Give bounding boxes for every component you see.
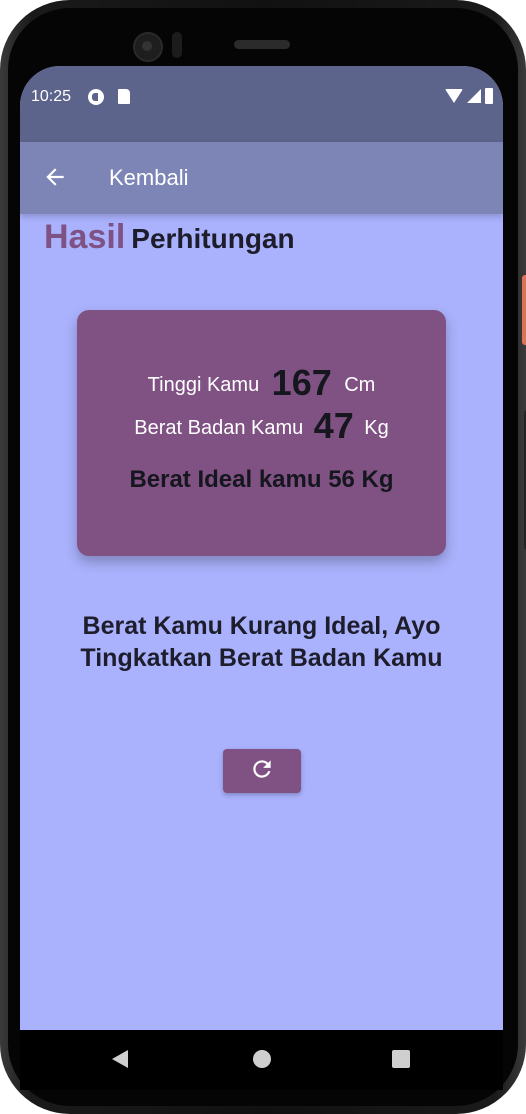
weight-value: 47 [313,405,354,446]
heading-rest: Perhitungan [131,223,295,254]
app-bar: Kembali [20,142,503,214]
refresh-button[interactable] [223,749,301,793]
nav-recent-icon[interactable] [392,1050,410,1068]
height-label: Tinggi Kamu [147,374,260,396]
heading-accent: Hasil [44,218,126,256]
screen: 10:25 Kembali Hasil Perhitungan Tinggi Ka… [20,66,503,1030]
power-button [522,275,526,345]
height-unit: Cm [344,374,376,396]
phone-frame: 10:25 Kembali Hasil Perhitungan Tinggi Ka… [0,0,526,1114]
status-bar: 10:25 [20,66,503,142]
nav-back-icon[interactable] [112,1050,128,1068]
arrow-left-icon[interactable] [42,164,68,190]
system-nav-bar [20,1030,503,1090]
wifi-icon [445,89,463,103]
earpiece-speaker [234,40,290,49]
sd-card-icon [118,89,130,104]
height-value: 167 [271,362,332,403]
data-saver-icon [88,89,104,105]
status-time: 10:25 [31,88,72,105]
nav-home-icon[interactable] [253,1050,271,1068]
cell-signal-icon [467,89,481,103]
weight-unit: Kg [364,417,389,439]
ideal-weight-text: Berat Ideal kamu 56 Kg [129,466,394,493]
result-card: Tinggi Kamu 167 Cm Berat Badan Kamu 47 K… [77,310,446,556]
message-line-1: Berat Kamu Kurang Ideal, Ayo [82,612,441,640]
weight-row: Berat Badan Kamu 47 Kg [77,405,446,447]
page-heading: Hasil Perhitungan [44,218,295,257]
result-message: Berat Kamu Kurang Ideal, Ayo Tingkatkan … [20,610,503,674]
ideal-row: Berat Ideal kamu 56 Kg [77,466,446,494]
app-bar-title[interactable]: Kembali [109,165,188,191]
message-line-2: Tingkatkan Berat Badan Kamu [80,644,443,672]
battery-icon [485,88,493,104]
height-row: Tinggi Kamu 167 Cm [77,362,446,404]
proximity-sensor [172,32,182,58]
front-camera [133,32,163,62]
status-indicators [445,88,493,104]
weight-label: Berat Badan Kamu [134,417,304,439]
refresh-icon [249,756,275,787]
